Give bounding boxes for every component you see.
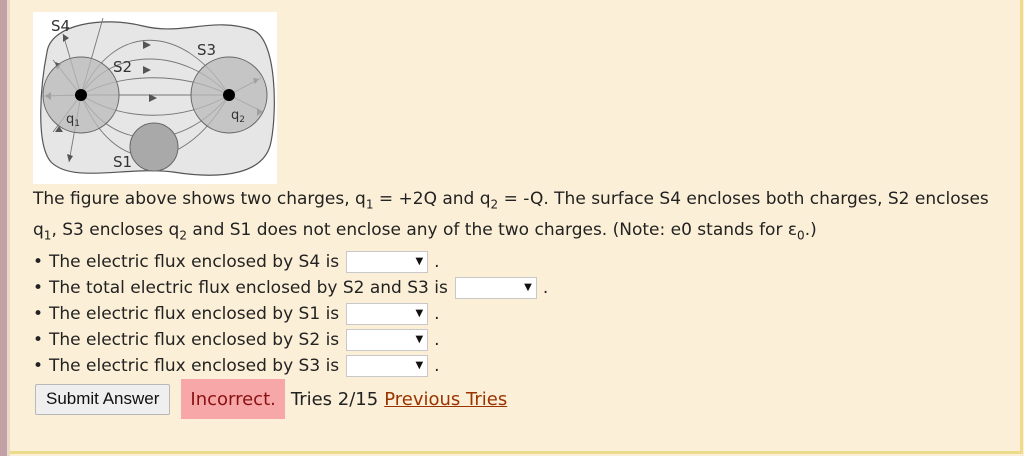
item-period: . [434, 329, 440, 350]
label-s2: S2 [113, 58, 132, 76]
flux-s2-s3-select[interactable]: ▼ [454, 276, 537, 299]
flux-s4-select[interactable]: ▼ [346, 250, 429, 273]
item-period: . [542, 277, 549, 298]
previous-tries-link[interactable]: Previous Tries [384, 389, 507, 410]
list-item: • The electric flux enclosed by S4 is ▼ … [33, 249, 1018, 275]
left-border [0, 0, 7, 456]
action-row: Submit Answer Incorrect. Tries 2/15 Prev… [35, 379, 507, 419]
list-item: • The electric flux enclosed by S1 is ▼ … [33, 301, 1018, 327]
charge-q2 [223, 89, 235, 101]
item-text: The electric flux enclosed by S2 is [49, 329, 340, 350]
surface-s1 [129, 122, 179, 172]
answer-list: • The electric flux enclosed by S4 is ▼ … [33, 249, 1018, 379]
item-text: The electric flux enclosed by S3 is [49, 355, 340, 376]
label-s1: S1 [113, 153, 132, 171]
bullet: • [33, 251, 44, 272]
bullet: • [33, 303, 44, 324]
chevron-down-icon: ▼ [415, 359, 424, 371]
chevron-down-icon: ▼ [415, 307, 424, 319]
chevron-down-icon: ▼ [415, 255, 424, 267]
chevron-down-icon: ▼ [524, 281, 532, 293]
bullet: • [33, 355, 44, 376]
gauss-surfaces-figure: S4 S3 S2 S1 q1 q2 [33, 12, 277, 184]
question-paragraph: The figure above shows two charges, q1 =… [33, 189, 989, 243]
bullet: • [33, 277, 44, 298]
bullet: • [33, 329, 44, 350]
item-text: The electric flux enclosed by S1 is [49, 303, 340, 324]
flux-s1-select[interactable]: ▼ [346, 302, 429, 325]
list-item: • The electric flux enclosed by S3 is ▼ … [33, 353, 1018, 379]
question-text-block: The figure above shows two charges, q1 =… [33, 186, 1018, 379]
charge-q1 [75, 89, 87, 101]
list-item: • The electric flux enclosed by S2 is ▼ … [33, 327, 1018, 353]
status-badge: Incorrect. [181, 379, 285, 419]
chevron-down-icon: ▼ [415, 333, 424, 345]
item-text: The electric flux enclosed by S4 is [49, 251, 340, 272]
flux-s3-select[interactable]: ▼ [346, 354, 429, 377]
flux-s2-select[interactable]: ▼ [346, 328, 429, 351]
item-period: . [434, 251, 440, 272]
tries-count: Tries 2/15 [290, 388, 379, 410]
item-text: The total electric flux enclosed by S2 a… [49, 277, 448, 298]
item-period: . [434, 355, 440, 376]
figure-svg: S4 S3 S2 S1 q1 q2 [40, 17, 275, 176]
label-s3: S3 [197, 41, 216, 59]
list-item: • The total electric flux enclosed by S2… [33, 275, 1018, 301]
submit-answer-button[interactable]: Submit Answer [35, 383, 171, 415]
item-period: . [434, 303, 440, 324]
label-s4: S4 [51, 17, 70, 35]
